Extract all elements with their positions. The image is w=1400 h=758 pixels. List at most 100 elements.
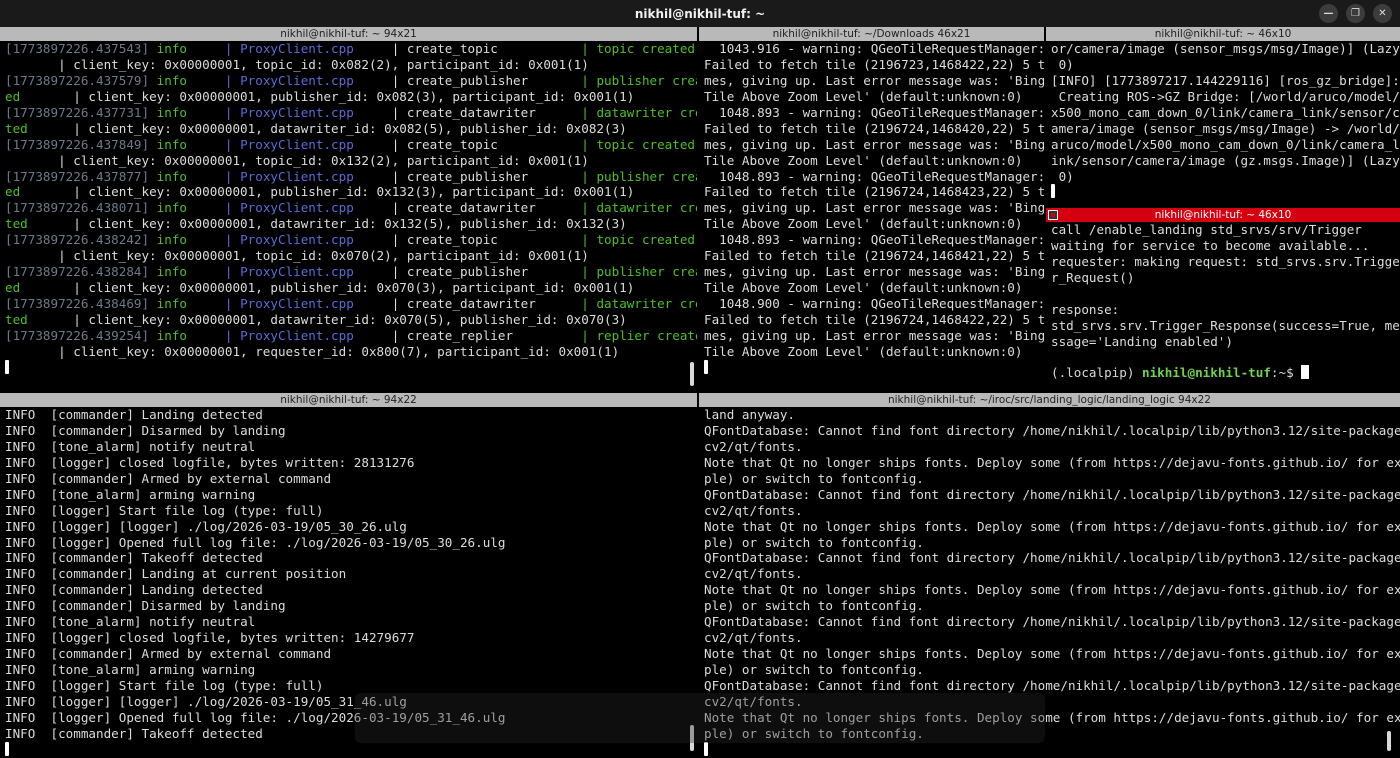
- log-segment: | create_replier: [391, 327, 582, 343]
- log-line: [1051, 184, 1400, 200]
- log-level: INFO: [5, 454, 51, 470]
- log-segment: | client_key: 0x00000001, topic_id: 0x13…: [5, 152, 589, 168]
- log-line: ed | client_key: 0x00000001, publisher_i…: [5, 184, 697, 200]
- log-level: INFO: [5, 693, 51, 709]
- log-line: INFO [tone_alarm] notify neutral: [5, 614, 697, 630]
- cursor: [5, 741, 9, 756]
- log-line: [5, 359, 697, 376]
- log-segment: | create_datawriter: [391, 296, 582, 311]
- log-line: 1048.893 - warning: QGeoTileRequestManag…: [704, 169, 1044, 185]
- log-line: std_srvs.srv.Trigger_Response(success=Tr…: [1051, 318, 1400, 334]
- log-line: INFO [commander] Landing at current posi…: [5, 566, 697, 582]
- log-segment: | topic created: [581, 41, 696, 56]
- scrollbar[interactable]: [690, 362, 694, 386]
- log-text: mes, giving up. Last error message was: …: [704, 327, 1044, 343]
- log-line: | client_key: 0x00000001, topic_id: 0x07…: [5, 248, 697, 264]
- log-line: INFO [commander] Armed by external comma…: [5, 471, 697, 487]
- terminal-pane-top-right-lower[interactable]: nikhil@nikhil-tuf: ~ 46x10 call /enable_…: [1046, 208, 1400, 391]
- log-segment: | ProxyClient.cpp: [224, 296, 392, 311]
- log-line: cv2/qt/fonts.: [704, 503, 1400, 519]
- log-line: INFO [commander] Disarmed by landing: [5, 423, 697, 439]
- log-line: [1773897226.437877] info | ProxyClient.c…: [5, 169, 697, 185]
- log-segment: ed: [5, 280, 21, 296]
- log-message: Armed by external command: [141, 470, 332, 486]
- log-line: land anyway.: [704, 407, 1400, 423]
- terminal-output[interactable]: [1773897226.437543] info | ProxyClient.c…: [0, 41, 697, 391]
- close-icon[interactable]: ✕: [1373, 4, 1392, 23]
- maximize-icon[interactable]: ❐: [1346, 4, 1365, 23]
- log-segment: info: [156, 168, 225, 184]
- log-line: Tile Above Zoom Level' (default:unknown:…: [704, 344, 1044, 360]
- pane-title-text: nikhil@nikhil-tuf: ~ 46x10: [1154, 209, 1292, 221]
- window-titlebar: nikhil@nikhil-tuf: ~ — ❐ ✕: [0, 0, 1400, 27]
- log-level: INFO: [5, 486, 51, 502]
- scrollbar[interactable]: [1387, 731, 1391, 751]
- log-segment: | ProxyClient.cpp: [224, 72, 392, 88]
- log-text: 0): [1051, 168, 1074, 184]
- log-segment: | client_key: 0x00000001, topic_id: 0x08…: [5, 56, 589, 72]
- log-text: r_Request(): [1051, 269, 1135, 285]
- log-line: [704, 741, 1400, 758]
- log-segment: [1773897226.438071]: [5, 200, 157, 216]
- log-module: [tone_alarm]: [50, 614, 150, 630]
- log-segment: | create_topic: [391, 41, 582, 56]
- log-message: arming warning: [149, 662, 256, 677]
- log-line: QFontDatabase: Cannot find font director…: [704, 487, 1400, 503]
- log-segment: | create_publisher: [391, 168, 582, 184]
- log-segment: | create_publisher: [391, 72, 582, 88]
- terminal-output[interactable]: call /enable_landing std_srvs/srv/Trigge…: [1046, 222, 1400, 391]
- log-level: INFO: [5, 534, 51, 550]
- log-segment: info: [156, 41, 225, 56]
- log-text: QFontDatabase: Cannot find font director…: [704, 677, 1400, 693]
- log-text: 1048.900 - warning: QGeoTileRequestManag…: [704, 296, 1044, 311]
- log-text: [INFO] [1773897217.144229116] [ros_gz_br…: [1051, 72, 1400, 88]
- pane-title: nikhil@nikhil-tuf: ~/Downloads 46x21: [699, 27, 1044, 41]
- log-module: [logger]: [50, 518, 119, 534]
- log-segment: info: [156, 232, 225, 248]
- log-text: 1048.893 - warning: QGeoTileRequestManag…: [704, 104, 1044, 120]
- log-line: ted | client_key: 0x00000001, datawriter…: [5, 216, 697, 232]
- log-level: INFO: [5, 422, 51, 438]
- log-line: ted | client_key: 0x00000001, datawriter…: [5, 121, 697, 137]
- terminal-pane-top-middle[interactable]: nikhil@nikhil-tuf: ~/Downloads 46x21 104…: [699, 27, 1044, 391]
- log-segment: info: [156, 327, 225, 343]
- prompt-line: (.localpip) nikhil@nikhil-tuf:~$: [1051, 365, 1400, 381]
- log-text: mes, giving up. Last error message was: …: [704, 72, 1044, 88]
- log-message: [logger] ./log/2026-03-19/05_30_26.ulg: [118, 518, 407, 534]
- log-line: INFO [tone_alarm] arming warning: [5, 662, 697, 678]
- log-line: ed | client_key: 0x00000001, publisher_i…: [5, 280, 697, 296]
- log-segment: | create_publisher: [391, 264, 582, 280]
- log-line: ple) or switch to fontconfig.: [704, 598, 1400, 614]
- log-line: mes, giving up. Last error message was: …: [704, 73, 1044, 89]
- log-line: Creating ROS->GZ Bridge: [/world/aruco/m…: [1051, 89, 1400, 105]
- cursor[interactable]: [1301, 365, 1310, 380]
- log-text: amera/image (sensor_msgs/msg/Image) -> /…: [1051, 120, 1400, 136]
- terminal-pane-top-left[interactable]: nikhil@nikhil-tuf: ~ 94x21 [1773897226.4…: [0, 27, 697, 391]
- log-text: call /enable_landing std_srvs/srv/Trigge…: [1051, 222, 1362, 237]
- log-text: cv2/qt/fonts.: [704, 438, 803, 454]
- log-text: Tile Above Zoom Level' (default:unknown:…: [704, 216, 1023, 232]
- log-line: ple) or switch to fontconfig.: [704, 535, 1400, 551]
- terminal-output[interactable]: 1043.916 - warning: QGeoTileRequestManag…: [699, 41, 1044, 391]
- log-segment: | create_topic: [391, 232, 582, 248]
- log-level: INFO: [5, 677, 51, 693]
- log-segment: info: [156, 264, 225, 280]
- log-line: [1773897226.437849] info | ProxyClient.c…: [5, 137, 697, 153]
- log-line: x500_mono_cam_down_0/link/camera_link/se…: [1051, 105, 1400, 121]
- log-module: [commander]: [50, 470, 142, 486]
- log-module: [logger]: [50, 534, 119, 550]
- log-text: Creating ROS->GZ Bridge: [/world/aruco/m…: [1051, 88, 1400, 104]
- log-segment: | datawriter crea: [581, 200, 697, 216]
- terminal-pane-top-right-upper[interactable]: nikhil@nikhil-tuf: ~ 46x10 or/camera/ima…: [1046, 27, 1400, 208]
- minimize-icon[interactable]: —: [1319, 4, 1338, 23]
- terminal-output[interactable]: or/camera/image (sensor_msgs/msg/Image)]…: [1046, 41, 1400, 208]
- log-line: INFO [tone_alarm] notify neutral: [5, 439, 697, 455]
- log-message: closed logfile, bytes written: 28131276: [118, 454, 415, 470]
- log-text: aruco/model/x500_mono_cam_down_0/link/ca…: [1051, 136, 1400, 152]
- log-level: INFO: [5, 502, 51, 518]
- log-module: [commander]: [50, 407, 142, 422]
- log-line: aruco/model/x500_mono_cam_down_0/link/ca…: [1051, 137, 1400, 153]
- log-line: INFO [logger] Start file log (type: full…: [5, 678, 697, 694]
- log-segment: | ProxyClient.cpp: [224, 41, 392, 56]
- log-text: Failed to fetch tile (2196724,1468422,22…: [704, 311, 1044, 327]
